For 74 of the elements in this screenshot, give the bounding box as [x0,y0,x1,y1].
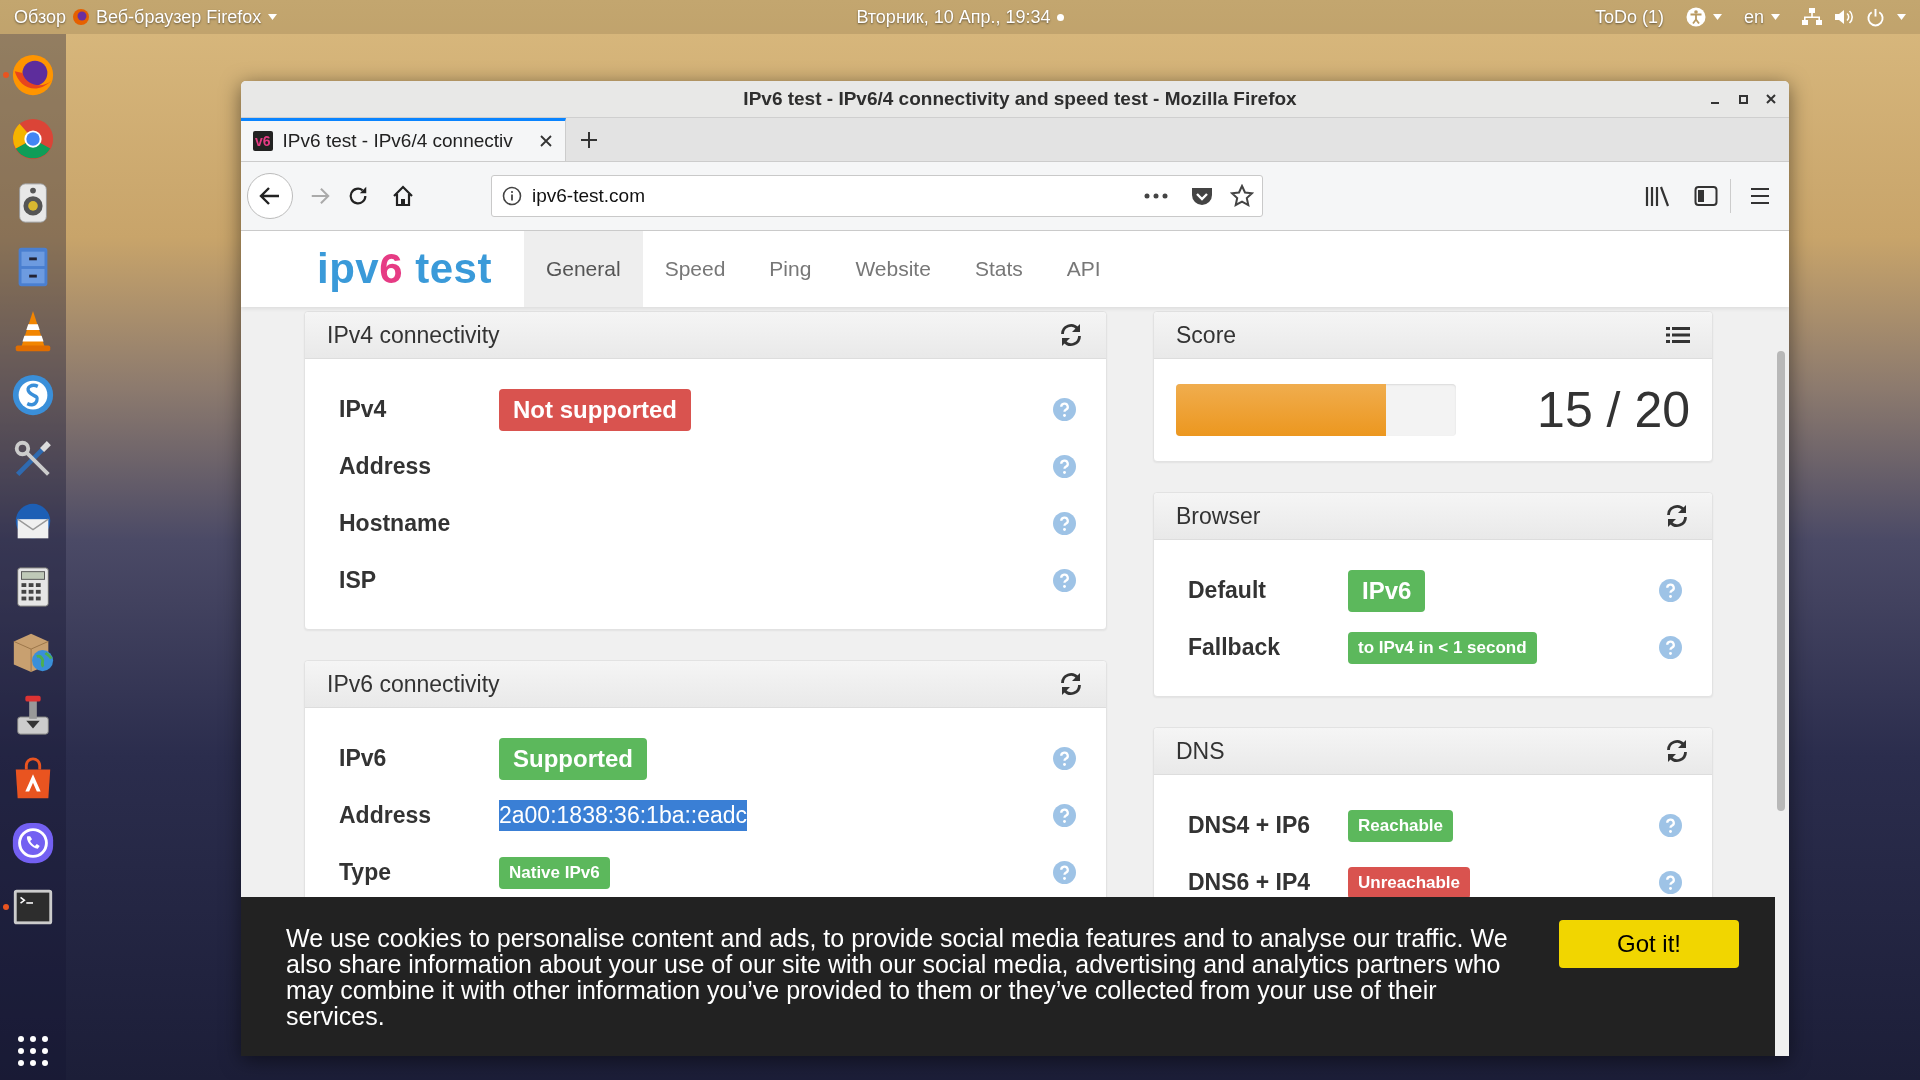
row-label: Address [339,802,433,829]
scrollbar-thumb[interactable] [1777,351,1785,811]
caret-icon [1712,14,1722,20]
nav-tab[interactable]: General [523,231,643,307]
library-icon[interactable] [1644,185,1670,207]
card-title: DNS [1176,737,1225,765]
status-badge: IPv6 [1348,569,1426,612]
caret-icon [1771,14,1780,20]
info-icon[interactable] [502,186,522,206]
s-logo-icon[interactable] [10,372,56,418]
star-icon[interactable] [1230,184,1254,208]
sidebar-icon[interactable] [1694,185,1718,207]
nav-tab[interactable]: Speed [642,231,748,307]
caret-icon [1897,14,1906,20]
new-tab-icon[interactable] [580,130,598,149]
row-label: IPv4 [339,396,388,423]
row-label: Fallback [1188,634,1282,661]
row-label: Type [339,859,392,886]
card-title: Browser [1176,502,1261,530]
card-title: Score [1176,321,1237,349]
nav-tab[interactable]: Ping [747,231,834,307]
row-label: Default [1188,577,1267,604]
row-label: DNS4 + IP6 [1188,812,1312,839]
reload-icon[interactable] [1664,738,1690,764]
nav-tab[interactable]: API [1044,231,1123,307]
caret-icon [268,14,278,20]
close-icon[interactable] [539,134,553,148]
window-title: IPv6 test - IPv6/4 connectivity and speed test - Mozilla Firefox [742,88,1298,110]
row-label: IPv6 [339,745,388,772]
reload-icon[interactable] [1058,322,1084,348]
reload-icon[interactable] [347,185,369,207]
site-logo[interactable]: ipv6 test [317,244,492,294]
browser-icon [72,8,90,26]
status-badge: Supported [499,737,647,780]
cookie-notice-text: We use cookies to personalise content and ads, to provide social media features and to analyse our traffic. We also share information about your use of our site with our social media, advertising and analytics partners who may combine it with other information you’ve provided to them or they’ve collected from your use of their services. [286,924,1509,1029]
menu-icon[interactable] [1749,187,1771,205]
reload-icon[interactable] [1664,503,1690,529]
home-icon[interactable] [391,185,415,207]
url-field[interactable]: ipv6-test.com [491,175,1263,217]
browser-tab[interactable]: v6 IPv6 test - IPv6/4 connectiv [241,118,566,161]
site-favicon: v6 [253,131,273,151]
back-button[interactable] [247,173,293,219]
accessibility-icon[interactable] [1685,7,1706,27]
clock[interactable]: Вторник, 10 Апр., 19:34 [856,6,1051,28]
maximize-icon[interactable] [1737,93,1749,105]
row-label: Hostname [339,510,452,537]
card-title: IPv4 connectivity [327,321,500,349]
status-badge: Not supported [499,388,691,431]
status-badge: Native IPv6 [499,856,610,889]
app-menu[interactable]: Веб-браузер Firefox [96,6,278,28]
accept-cookies-button[interactable]: Got it! [1559,920,1739,968]
row-label: DNS6 + IP4 [1188,869,1312,896]
app-grid-icon[interactable] [18,1036,48,1066]
status-badge: Unreachable [1348,866,1471,899]
card-title: IPv6 connectivity [327,670,500,698]
language-menu[interactable]: en [1743,6,1780,28]
browser-icon[interactable] [10,116,56,162]
close-icon[interactable] [1765,93,1777,105]
reload-icon[interactable] [1058,671,1084,697]
browser-icon[interactable] [10,52,56,98]
row-label: ISP [339,567,378,594]
nav-tab[interactable]: Website [833,231,953,307]
more-icon[interactable] [1144,193,1168,199]
forward-icon [309,185,331,207]
activities-button[interactable]: Обзор [14,6,66,28]
status-badge: to IPv4 in < 1 second [1348,631,1537,664]
row-label: Address [339,453,433,480]
selected-address-text: 2a00:1838:36:1ba::eadc [499,800,748,831]
nav-tab[interactable]: Stats [952,231,1045,307]
pocket-icon[interactable] [1190,185,1214,207]
todo-indicator[interactable]: ToDo (1) [1594,6,1664,28]
status-badge: Reachable [1348,809,1454,842]
list-icon[interactable] [1666,326,1690,344]
score-reading: 15 / 20 [1537,381,1690,439]
